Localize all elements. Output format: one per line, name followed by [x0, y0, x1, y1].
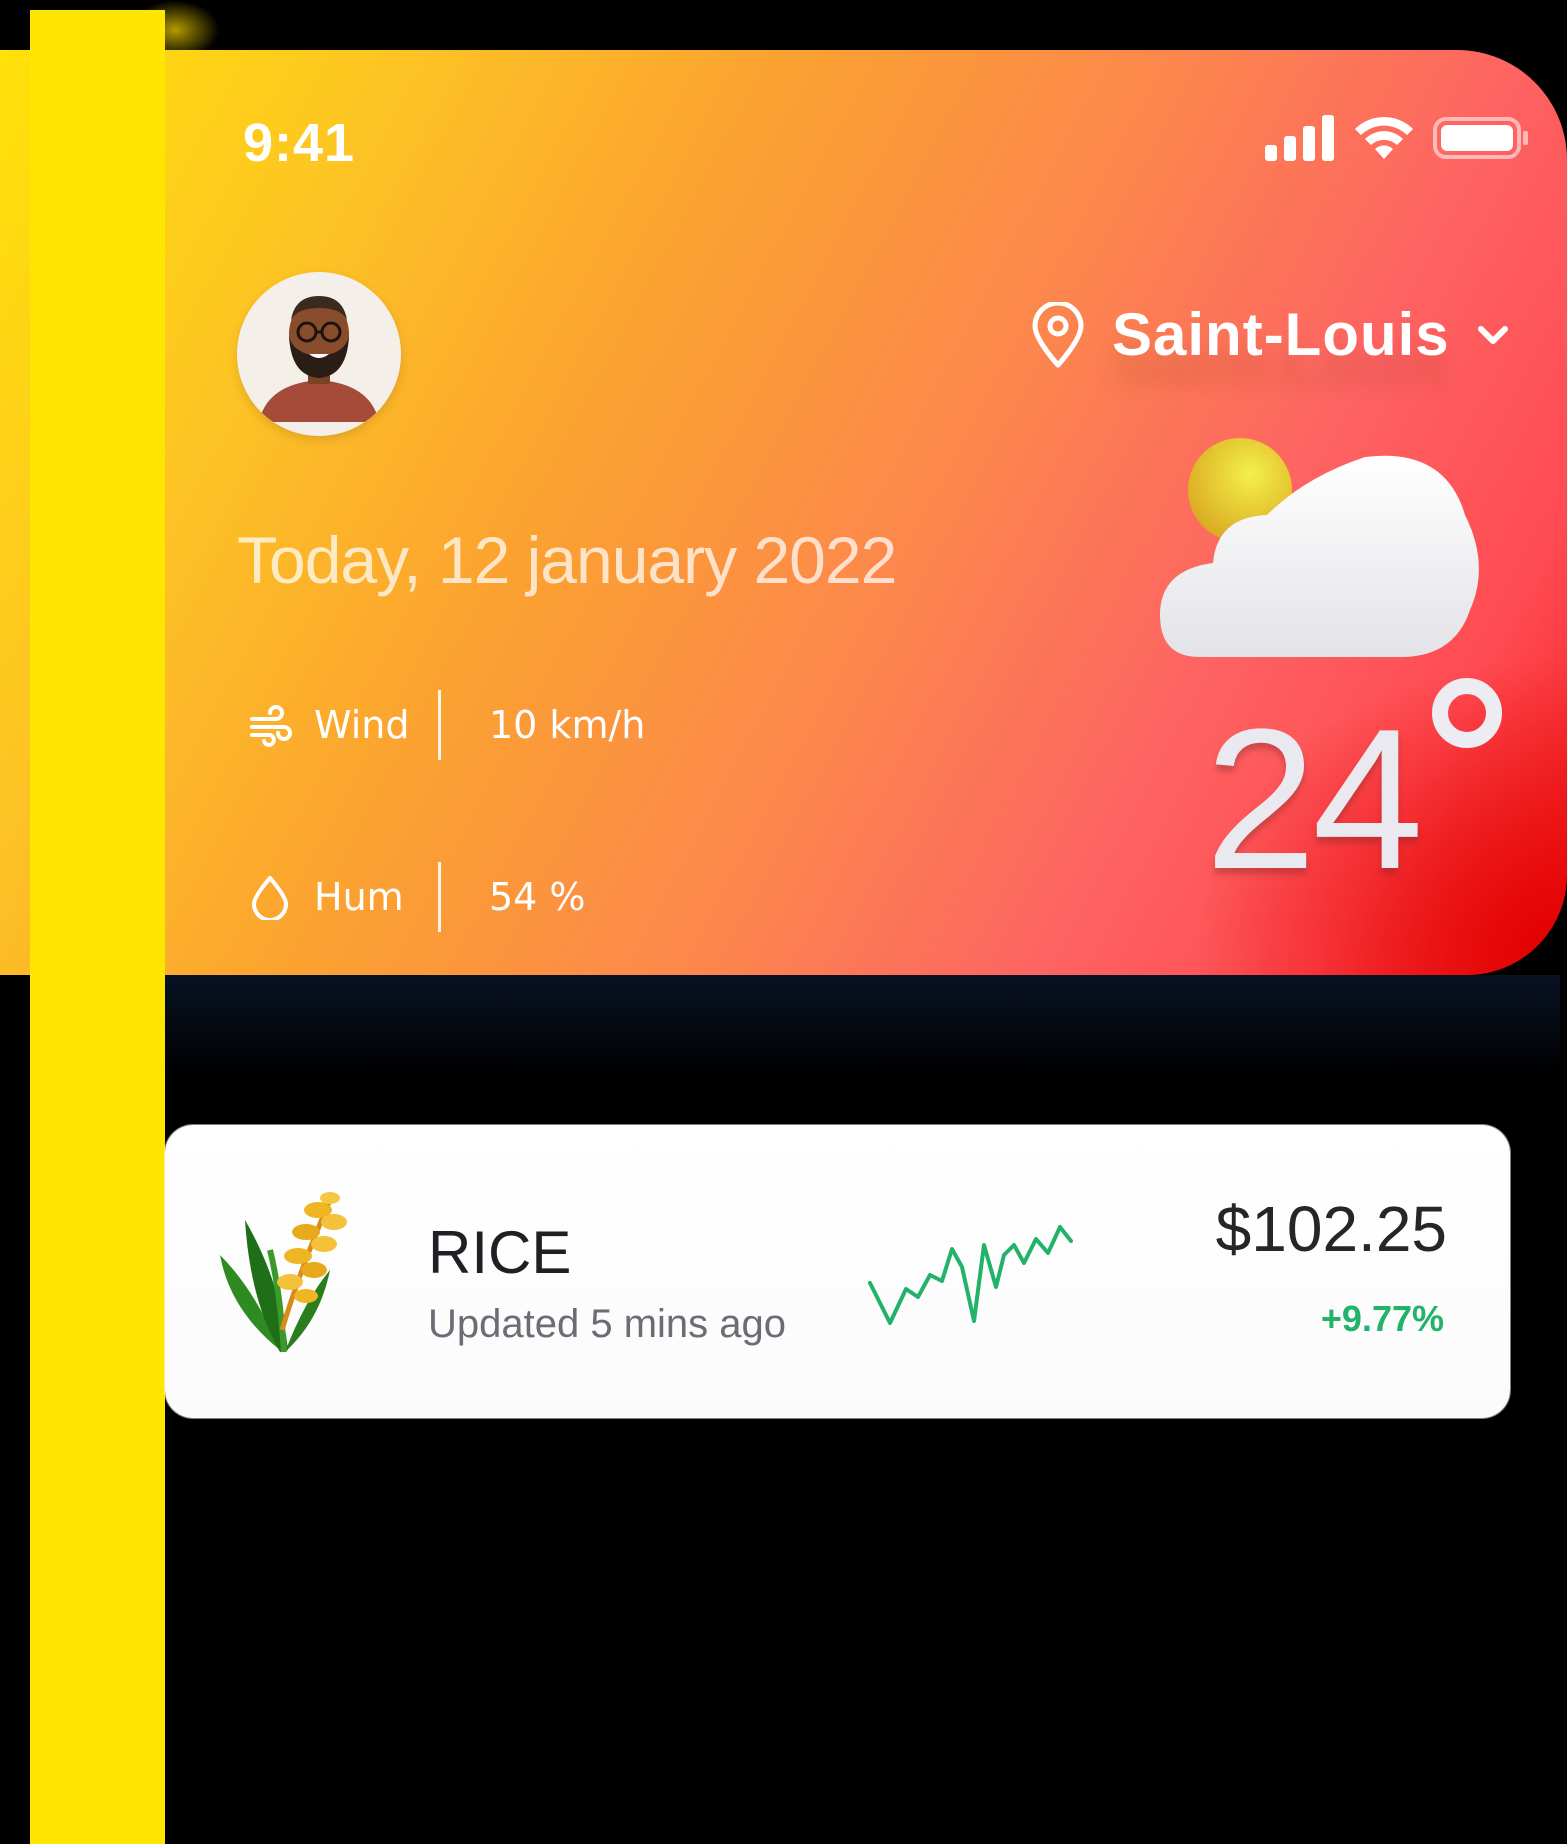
humidity-label: Hum [314, 875, 404, 919]
humidity-stat: Hum 54 % [248, 862, 586, 932]
user-avatar[interactable] [237, 272, 401, 436]
status-time: 9:41 [243, 113, 356, 173]
chevron-down-icon [1477, 325, 1508, 344]
current-date: Today, 12 january 2022 [237, 523, 897, 597]
price-trend-sparkline [868, 1225, 1073, 1325]
avatar-icon [237, 272, 401, 436]
divider [438, 690, 441, 760]
status-icons [1265, 115, 1529, 161]
location-pin-icon [1032, 301, 1084, 367]
wind-icon [250, 705, 292, 747]
cellular-signal-icon [1265, 115, 1334, 161]
commodity-card[interactable] [165, 1125, 1510, 1418]
wind-value: 10 km/h [489, 703, 646, 747]
location-selector[interactable]: Saint-Louis [1030, 300, 1510, 369]
app-screen: 9:41 Saint-Louis Today, 12 january 2022 … [0, 0, 1567, 1844]
commodity-change: +9.77% [1320, 1298, 1444, 1339]
wifi-icon [1355, 116, 1413, 159]
humidity-value: 54 % [489, 875, 586, 919]
droplet-icon [252, 876, 288, 920]
wind-label: Wind [314, 703, 410, 747]
divider [438, 862, 441, 932]
commodity-name: RICE [428, 1219, 572, 1286]
commodity-price: $102.25 [1215, 1193, 1447, 1265]
temperature: 24 [1205, 688, 1423, 911]
wind-stat: Wind 10 km/h [248, 690, 645, 760]
degree-symbol [1432, 678, 1502, 748]
card-shadow [160, 975, 1560, 1075]
partly-cloudy-icon [1160, 438, 1479, 657]
decorative-yellow-bar [30, 10, 165, 1844]
location-name: Saint-Louis [1112, 301, 1450, 368]
commodity-updated: Updated 5 mins ago [428, 1302, 787, 1346]
battery-icon [1433, 117, 1528, 159]
rice-plant-icon [220, 1192, 347, 1353]
